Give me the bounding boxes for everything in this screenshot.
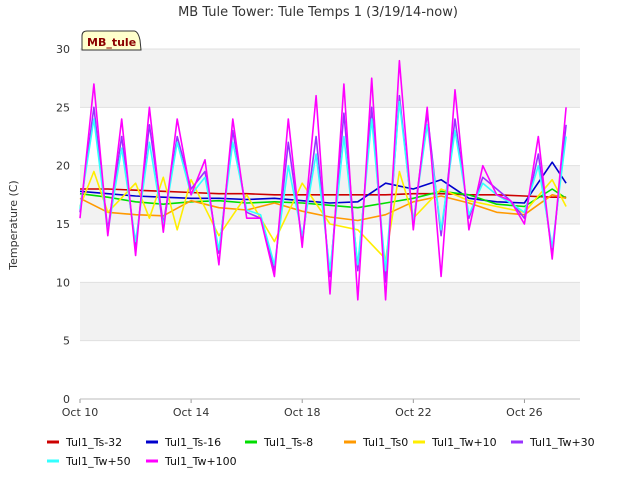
legend-label: Tul1_Ts0 xyxy=(362,436,408,449)
legend-label: Tul1_Tw+100 xyxy=(164,455,237,468)
y-tick-label: 20 xyxy=(56,160,70,173)
station-badge-label: MB_tule xyxy=(87,36,136,49)
legend-label: Tul1_Tw+10 xyxy=(431,436,497,449)
y-tick-label: 25 xyxy=(56,101,70,114)
y-tick-label: 10 xyxy=(56,276,70,289)
x-tick-label: Oct 22 xyxy=(395,406,432,419)
x-tick-label: Oct 10 xyxy=(62,406,99,419)
station-badge: MB_tule xyxy=(81,30,142,51)
legend-label: Tul1_Tw+50 xyxy=(65,455,131,468)
legend-label: Tul1_Ts-32 xyxy=(65,436,122,449)
y-tick-label: 30 xyxy=(56,43,70,56)
y-axis-label: Temperature (C) xyxy=(7,180,20,270)
x-tick-label: Oct 18 xyxy=(284,406,321,419)
y-tick-label: 5 xyxy=(63,335,70,348)
x-tick-label: Oct 14 xyxy=(173,406,210,419)
plot-band xyxy=(80,49,580,108)
x-tick-label: Oct 26 xyxy=(506,406,543,419)
legend-label: Tul1_Tw+30 xyxy=(529,436,595,449)
chart: MB Tule Tower: Tule Temps 1 (3/19/14-now… xyxy=(7,5,595,468)
y-tick-label: 15 xyxy=(56,218,70,231)
y-tick-label: 0 xyxy=(63,393,70,406)
legend: Tul1_Ts-32 Tul1_Ts-16 Tul1_Ts-8 Tul1_Ts0 Tul… xyxy=(47,436,595,468)
legend-label: Tul1_Ts-16 xyxy=(164,436,221,449)
legend-label: Tul1_Ts-8 xyxy=(263,436,313,449)
chart-title: MB Tule Tower: Tule Temps 1 (3/19/14-now… xyxy=(178,5,458,20)
